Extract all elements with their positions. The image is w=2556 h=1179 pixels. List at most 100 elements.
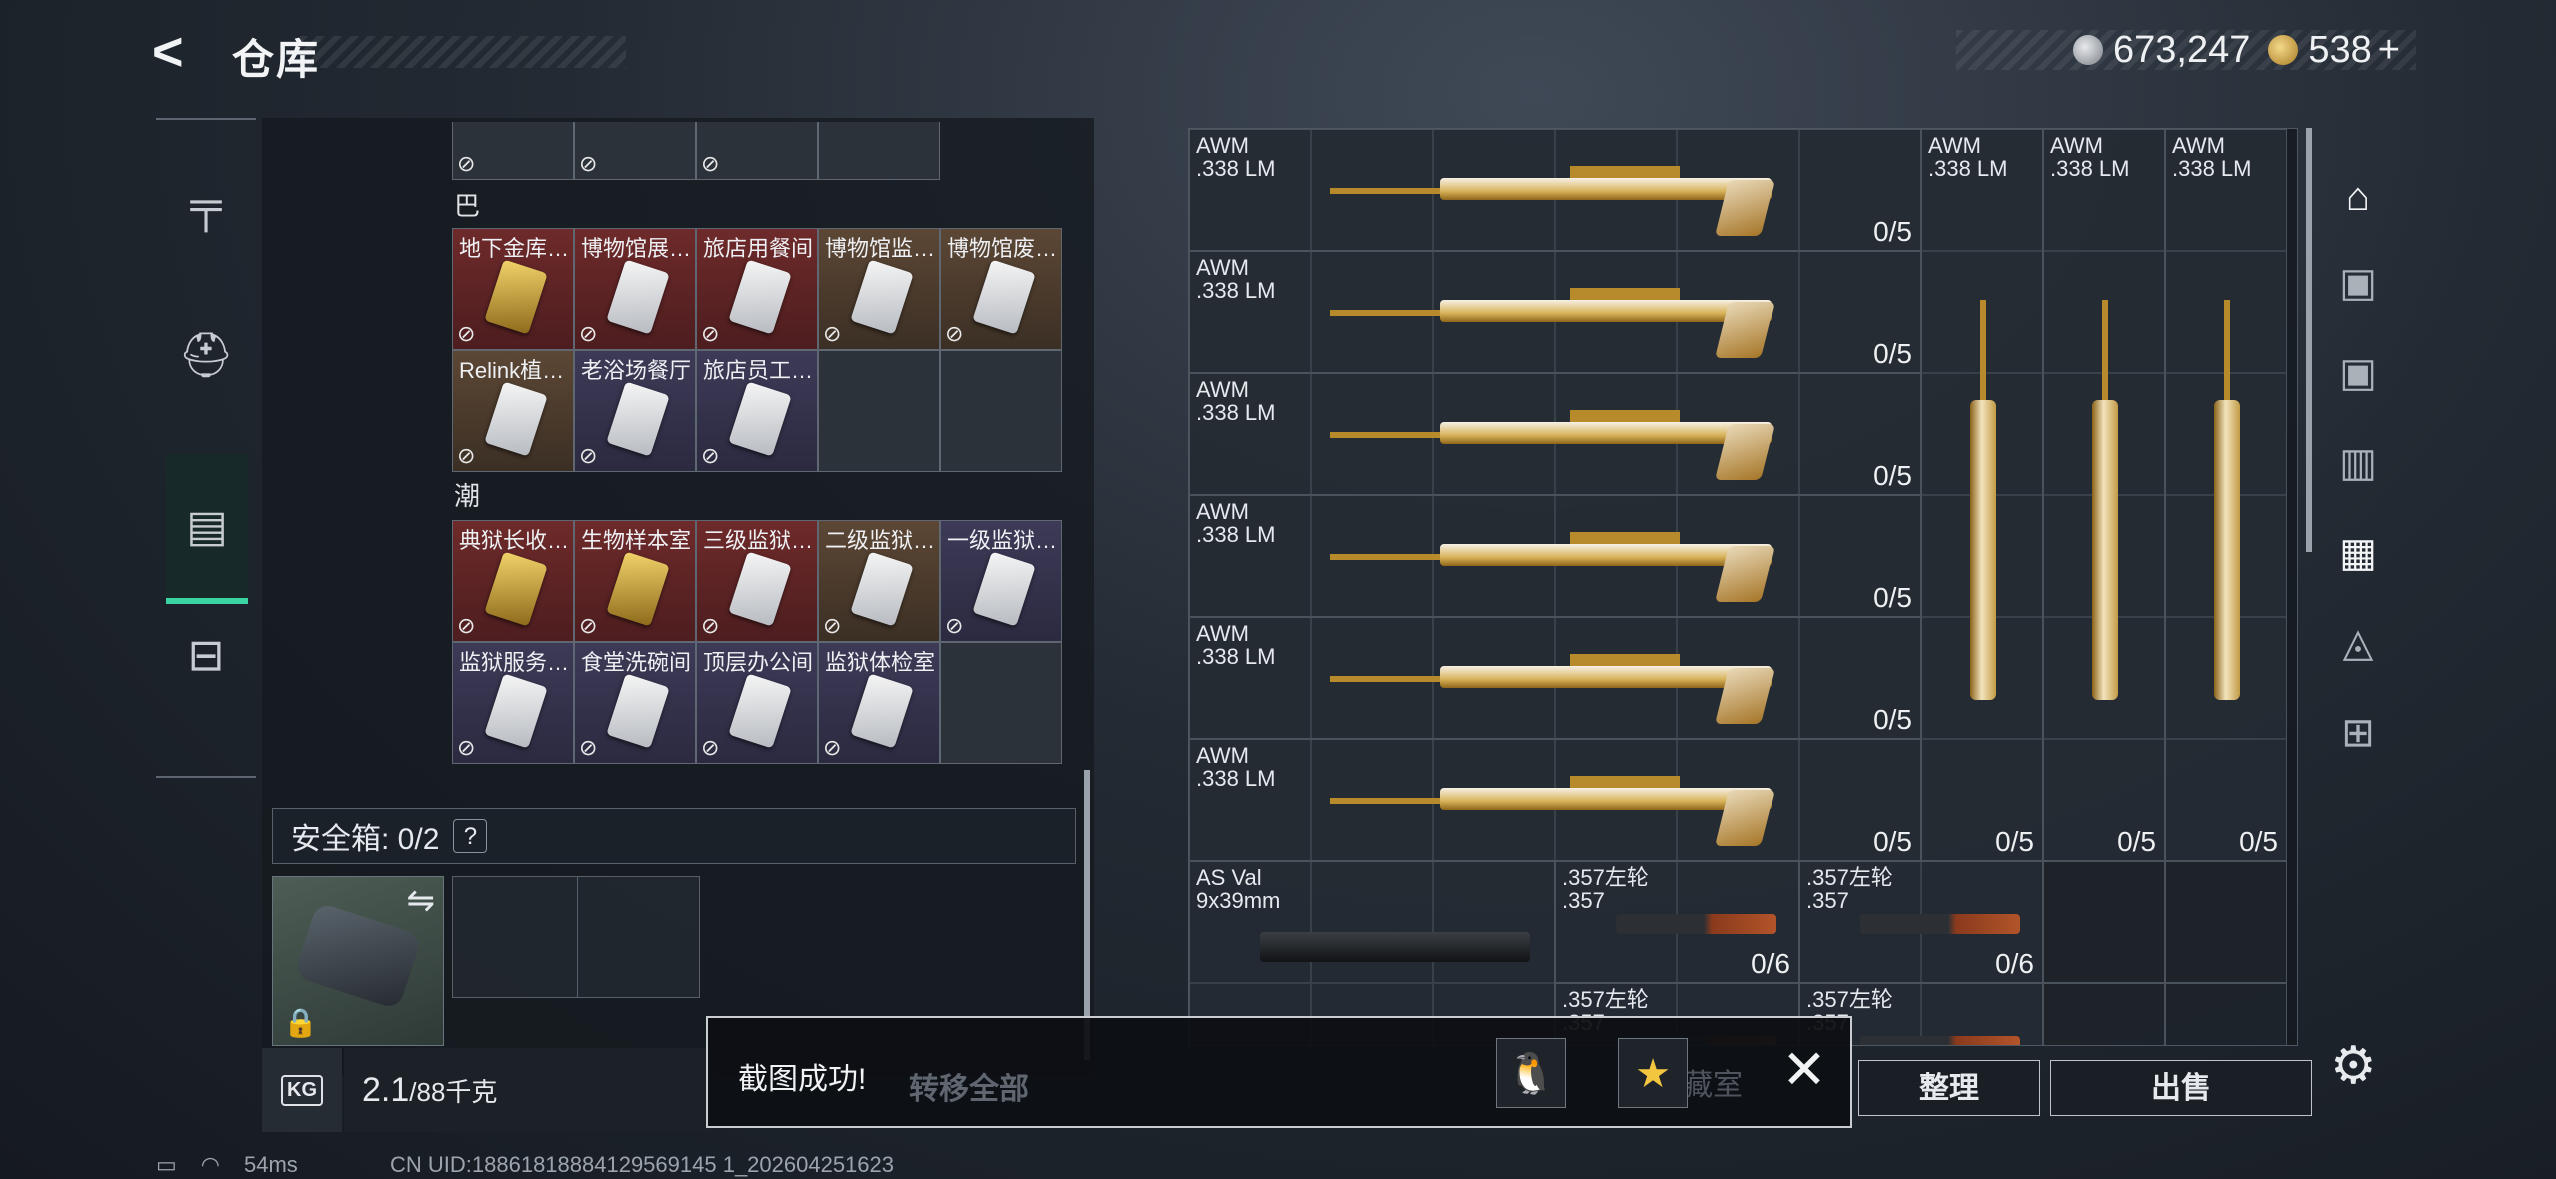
tab-main-storage[interactable]: ⌂ <box>2318 162 2398 232</box>
keycard-image <box>728 551 792 627</box>
tab-storage-iv-folder[interactable]: ▥ <box>2318 428 2398 498</box>
empty-slot <box>940 350 1062 472</box>
tab-storage-v1[interactable]: ▣ <box>2318 248 2398 318</box>
weapon-slot-awm[interactable]: AWM .338 LM 0/5 <box>1189 617 1921 739</box>
qzone-star-icon[interactable]: ★ <box>1618 1038 1688 1108</box>
keycard[interactable]: 博物馆展… ⊘ <box>574 228 696 350</box>
weapon-slot-awm[interactable]: AWM .338 LM 0/5 <box>1189 129 1921 251</box>
weight-value: 2.1 <box>362 1070 410 1109</box>
storage-v-icon: ▣ <box>2339 351 2377 395</box>
no-trade-icon: ⊘ <box>457 443 476 468</box>
right-scrollbar[interactable] <box>2306 128 2312 552</box>
keycard[interactable]: 博物馆废… ⊘ <box>940 228 1062 350</box>
ammo-count: 0/6 <box>1995 948 2034 979</box>
rifle-body <box>2092 400 2118 700</box>
battery-icon: ▭ <box>156 1152 177 1177</box>
ammo-count: 0/5 <box>1873 704 1912 735</box>
keycard[interactable]: 博物馆监… ⊘ <box>818 228 940 350</box>
weight-readout: 2.1/88千克 <box>344 1048 714 1132</box>
keycard-image <box>850 551 914 627</box>
keycard[interactable]: 旅店用餐间 ⊘ <box>696 228 818 350</box>
swap-icon[interactable]: ⇋ <box>407 881 436 921</box>
weapon-slot-awm[interactable]: AWM .338 LM 0/5 <box>1189 251 1921 373</box>
title-stripe <box>300 36 626 68</box>
keycard-label: 博物馆展… <box>581 236 692 261</box>
add-storage-icon: ⊞ <box>2341 711 2375 755</box>
ping-readout: 54ms <box>244 1152 298 1177</box>
weight-max: /88千克 <box>409 1076 498 1107</box>
tab-storage-iv-ammo[interactable]: ◬ <box>2318 608 2398 678</box>
keycard[interactable]: 顶层办公间 ⊘ <box>696 642 818 764</box>
weapon-slot-awm[interactable]: AWM .338 LM 0/5 <box>1189 373 1921 495</box>
keycard-label: 博物馆废… <box>947 236 1058 261</box>
keycard[interactable]: Relink植… ⊘ <box>452 350 574 472</box>
keycard[interactable]: 监狱体检室 ⊘ <box>818 642 940 764</box>
keycard[interactable]: 一级监狱… ⊘ <box>940 520 1062 642</box>
uid-readout: CN UID:18861818884129569145 1_2026042516… <box>390 1152 895 1177</box>
rifle-body <box>1440 178 1772 200</box>
no-trade-icon: ⊘ <box>579 321 598 346</box>
keycard-label: 典狱长收… <box>459 528 570 553</box>
qq-icon[interactable]: 🐧 <box>1496 1038 1566 1108</box>
keycard[interactable]: 老浴场餐厅 ⊘ <box>574 350 696 472</box>
weapon-slot-awm[interactable]: AWM .338 LM 0/5 <box>1189 495 1921 617</box>
safebox-empty-slots[interactable] <box>452 876 700 998</box>
nav-weapons[interactable]: ╤ <box>156 130 256 280</box>
toolbox-icon: ⊟ <box>187 630 225 680</box>
keycard[interactable]: 地下金库… ⊘ <box>452 228 574 350</box>
sort-button[interactable]: 整理 <box>1858 1060 2040 1116</box>
keycard[interactable]: 食堂洗碗间 ⊘ <box>574 642 696 764</box>
tab-storage-iv-add[interactable]: ⊞ <box>2318 698 2398 768</box>
safebox-help-button[interactable]: ? <box>453 819 488 853</box>
settings-gear-icon[interactable]: ⚙ <box>2330 1036 2384 1095</box>
keycard[interactable]: 旅店员工… ⊘ <box>696 350 818 472</box>
gun-barrel <box>2224 300 2230 410</box>
nav-armor[interactable]: ⛑ <box>156 280 256 430</box>
tab-storage-v2[interactable]: ▣ <box>2318 338 2398 408</box>
nav-toolbox[interactable]: ⊟ <box>156 580 256 730</box>
keycard-label: 监狱体检室 <box>825 650 936 675</box>
keycard[interactable]: 典狱长收… ⊘ <box>452 520 574 642</box>
keycard[interactable]: 生物样本室 ⊘ <box>574 520 696 642</box>
folder-icon: ▥ <box>2339 441 2377 485</box>
scope <box>1570 166 1680 178</box>
keycard-label: 三级监狱… <box>703 528 814 553</box>
back-button[interactable]: < <box>152 24 204 80</box>
no-trade-icon: ⊘ <box>945 613 964 638</box>
weapon-slot-awm-vertical[interactable]: AWM .338 LM 0/5 <box>1921 129 2043 861</box>
weapon-slot-revolver[interactable]: .357左轮 .357 0/6 <box>1555 861 1799 983</box>
rifle-body <box>1440 788 1772 810</box>
keycard-image <box>850 673 914 749</box>
keycard-label: 食堂洗碗间 <box>581 650 692 675</box>
weapon-slot-awm[interactable]: AWM .338 LM 0/5 <box>1189 739 1921 861</box>
currency2-value: 538 <box>2308 28 2372 71</box>
keycard-label: 生物样本室 <box>581 528 692 553</box>
ammo-count: 0/5 <box>2239 826 2278 857</box>
ammo-count: 0/5 <box>2117 826 2156 857</box>
add-currency-button[interactable]: + <box>2378 29 2400 72</box>
keycard[interactable]: 监狱服务… ⊘ <box>452 642 574 764</box>
storage-shelf-icon: ⌂ <box>2345 175 2371 219</box>
currency1-value: 673,247 <box>2113 28 2251 71</box>
keycard[interactable]: 二级监狱… ⊘ <box>818 520 940 642</box>
weapon-name: AWM .338 LM <box>1928 133 2008 181</box>
no-trade-icon: ⊘ <box>701 151 720 176</box>
ammo-count: 0/5 <box>1995 826 2034 857</box>
sell-button[interactable]: 出售 <box>2050 1060 2312 1116</box>
weapon-slot-awm-vertical[interactable]: AWM .338 LM 0/5 <box>2165 129 2287 861</box>
ammo-count: 0/5 <box>1873 582 1912 613</box>
keycard-image <box>728 259 792 335</box>
category-nav: ╤ ⛑ ▤ ⊟ <box>156 118 256 778</box>
keycard-image <box>606 381 670 457</box>
keycard[interactable]: 三级监狱… ⊘ <box>696 520 818 642</box>
keycard-label: 地下金库… <box>459 236 570 261</box>
tab-storage-iv-weapons[interactable]: ▦ <box>2318 518 2398 588</box>
no-trade-icon: ⊘ <box>823 613 842 638</box>
weapon-slot-awm-vertical[interactable]: AWM .338 LM 0/5 <box>2043 129 2165 861</box>
safebox-item[interactable]: ⇋ 🔒 <box>272 876 444 1046</box>
keycard-image <box>484 259 548 335</box>
no-trade-icon: ⊘ <box>457 735 476 760</box>
gun-barrel <box>2102 300 2108 410</box>
weapon-slot-revolver[interactable]: .357左轮 .357 0/6 <box>1799 861 2043 983</box>
close-toast-button[interactable]: ✕ <box>1774 1040 1834 1100</box>
